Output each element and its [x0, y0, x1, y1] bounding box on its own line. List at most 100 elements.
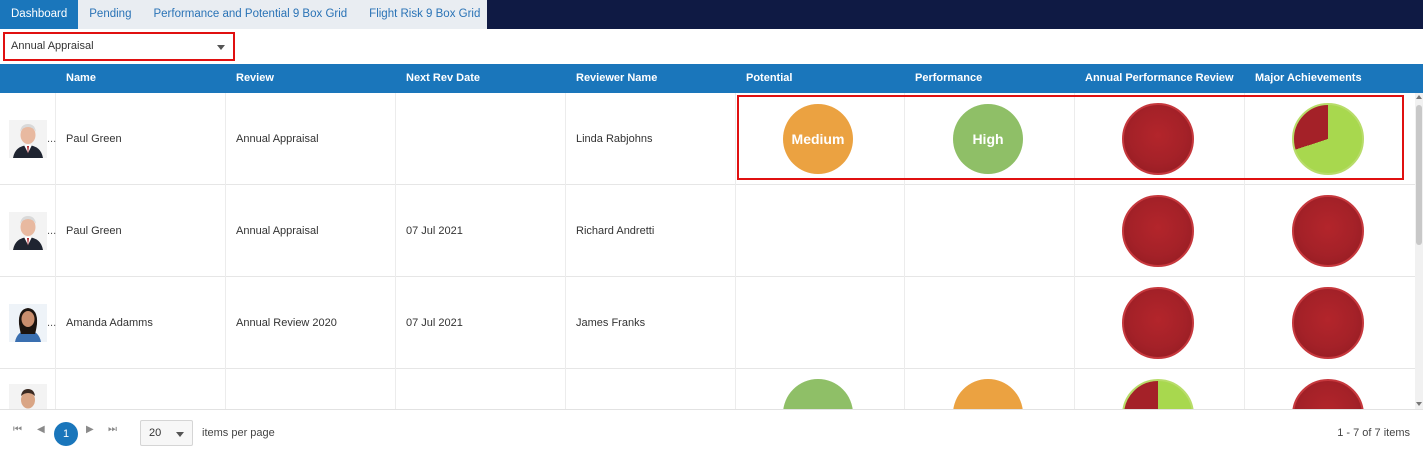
- achievements-cell: [1245, 369, 1415, 409]
- performance-cell: Medium: [905, 369, 1075, 409]
- scrollbar-thumb[interactable]: [1416, 105, 1422, 245]
- page-size-label: items per page: [202, 427, 275, 439]
- review-type-value: Annual Appraisal: [11, 40, 94, 52]
- name-ellipsis: ...: [47, 225, 57, 237]
- column-header-reviewer-name[interactable]: Reviewer Name: [566, 64, 736, 93]
- next-rev-date: 07 Jul 2021: [406, 225, 463, 237]
- scroll-down-icon[interactable]: [1416, 402, 1422, 406]
- table-row[interactable]: High Medium: [0, 369, 1415, 409]
- next-rev-date-cell: [396, 369, 566, 409]
- avatar-cell: [0, 369, 56, 409]
- tab-performance-potential-9-box[interactable]: Performance and Potential 9 Box Grid: [142, 0, 358, 29]
- avatar: [9, 212, 47, 250]
- name-cell: Amanda Adamms: [56, 277, 226, 369]
- page-number-current[interactable]: 1: [54, 422, 78, 446]
- table-row[interactable]: ... Paul Green Annual Appraisal Linda Ra…: [0, 93, 1415, 185]
- avatar: [9, 384, 47, 409]
- tab-dashboard[interactable]: Dashboard: [0, 0, 79, 29]
- column-header-name[interactable]: Name: [56, 64, 226, 93]
- next-rev-date-cell: 07 Jul 2021: [396, 277, 566, 369]
- achievements-status-icon[interactable]: [1292, 287, 1364, 359]
- review-name: Annual Appraisal: [236, 225, 319, 237]
- reviewer-cell: Richard Andretti: [566, 185, 736, 277]
- next-rev-date: 07 Jul 2021: [406, 317, 463, 329]
- achievements-cell: [1245, 185, 1415, 277]
- column-header-major-achievements[interactable]: Major Achievements: [1245, 64, 1415, 93]
- name-cell: [56, 369, 226, 409]
- column-header-next-rev-date[interactable]: Next Rev Date: [396, 64, 566, 93]
- table-row[interactable]: ... Paul Green Annual Appraisal 07 Jul 2…: [0, 185, 1415, 277]
- column-header-potential[interactable]: Potential: [736, 64, 906, 93]
- performance-cell: High: [905, 93, 1075, 185]
- annual-review-progress-pie[interactable]: [1122, 379, 1194, 409]
- annual-review-status-icon[interactable]: [1122, 287, 1194, 359]
- next-rev-date-cell: [396, 93, 566, 185]
- annual-review-cell: [1075, 185, 1245, 277]
- review-cell: [226, 369, 396, 409]
- reviewer-name: Linda Rabjohns: [576, 133, 653, 145]
- top-bar: Dashboard Pending Performance and Potent…: [0, 0, 1423, 29]
- achievements-status-icon[interactable]: [1292, 195, 1364, 267]
- grid-header: Name Review Next Rev Date Reviewer Name …: [0, 64, 1423, 93]
- tab-pending[interactable]: Pending: [78, 0, 142, 29]
- next-page-icon[interactable]: ▶: [86, 424, 94, 435]
- annual-review-status-icon[interactable]: [1122, 195, 1194, 267]
- annual-review-status-icon[interactable]: [1122, 103, 1194, 175]
- performance-cell: [905, 185, 1075, 277]
- potential-badge[interactable]: Medium: [783, 104, 853, 174]
- chevron-down-icon[interactable]: [217, 45, 225, 50]
- avatar: [9, 304, 47, 342]
- annual-review-cell: [1075, 277, 1245, 369]
- column-header-performance[interactable]: Performance: [905, 64, 1075, 93]
- prev-page-icon[interactable]: ◀: [37, 424, 45, 435]
- review-cell: Annual Review 2020: [226, 277, 396, 369]
- scroll-up-icon[interactable]: [1416, 95, 1422, 99]
- last-page-icon[interactable]: ⏭: [108, 424, 117, 435]
- tab-strip: Dashboard Pending Performance and Potent…: [0, 0, 487, 29]
- page-size-value: 20: [149, 427, 162, 439]
- avatar-cell: ...: [0, 277, 56, 369]
- vertical-scrollbar[interactable]: [1415, 93, 1423, 409]
- review-name: Annual Review 2020: [236, 317, 337, 329]
- reviewer-name: Richard Andretti: [576, 225, 655, 237]
- reviewer-cell: [566, 369, 736, 409]
- page-size-dropdown[interactable]: 20: [140, 420, 193, 446]
- annual-review-cell: [1075, 369, 1245, 409]
- name-cell: Paul Green: [56, 185, 226, 277]
- potential-cell: Medium: [736, 93, 905, 185]
- achievements-progress-pie[interactable]: [1292, 103, 1364, 175]
- achievements-cell: [1245, 93, 1415, 185]
- performance-badge[interactable]: High: [953, 104, 1023, 174]
- first-page-icon[interactable]: ⏮: [13, 424, 22, 435]
- table-row[interactable]: ... Amanda Adamms Annual Review 2020 07 …: [0, 277, 1415, 369]
- review-name: Annual Appraisal: [236, 133, 319, 145]
- review-cell: Annual Appraisal: [226, 185, 396, 277]
- performance-badge[interactable]: Medium: [953, 379, 1023, 409]
- pager-info: 1 - 7 of 7 items: [1337, 427, 1410, 439]
- avatar-cell: ...: [0, 185, 56, 277]
- employee-name[interactable]: Amanda Adamms: [56, 277, 225, 369]
- review-cell: Annual Appraisal: [226, 93, 396, 185]
- potential-badge[interactable]: High: [783, 379, 853, 409]
- reviewer-cell: Linda Rabjohns: [566, 93, 736, 185]
- performance-cell: [905, 277, 1075, 369]
- column-header-annual-performance-review[interactable]: Annual Performance Review: [1075, 64, 1245, 93]
- employee-name[interactable]: Paul Green: [56, 185, 225, 277]
- potential-cell: High: [736, 369, 905, 409]
- column-header-review[interactable]: Review: [226, 64, 396, 93]
- name-cell: Paul Green: [56, 93, 226, 185]
- name-ellipsis: ...: [47, 133, 57, 145]
- pager: ⏮ ◀ 1 ▶ ⏭ 20 items per page 1 - 7 of 7 i…: [0, 409, 1423, 452]
- reviewer-cell: James Franks: [566, 277, 736, 369]
- reviewer-name: James Franks: [576, 317, 646, 329]
- chevron-down-icon[interactable]: [176, 432, 184, 437]
- potential-cell: [736, 185, 905, 277]
- annual-review-cell: [1075, 93, 1245, 185]
- grid-body: ... Paul Green Annual Appraisal Linda Ra…: [0, 93, 1415, 409]
- avatar-cell: ...: [0, 93, 56, 185]
- achievements-cell: [1245, 277, 1415, 369]
- achievements-status-icon[interactable]: [1292, 379, 1364, 409]
- review-type-dropdown[interactable]: Annual Appraisal: [3, 32, 235, 61]
- tab-flight-risk-9-box[interactable]: Flight Risk 9 Box Grid: [358, 0, 491, 29]
- employee-name[interactable]: Paul Green: [56, 93, 225, 185]
